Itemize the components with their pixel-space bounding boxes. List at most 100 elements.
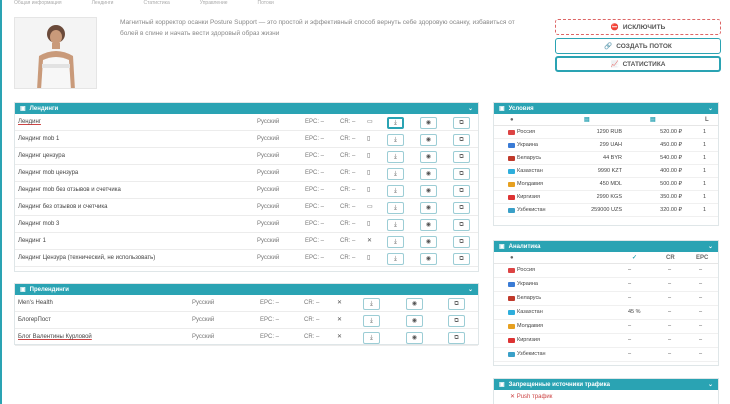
download-icon[interactable]: ⤓ [363,332,380,344]
download-icon[interactable]: ⤓ [387,253,404,265]
condition-payout: 350.00 ₽ [660,194,682,200]
landing-cr: CR: – [340,136,356,142]
landing-cr: CR: – [340,204,356,210]
analytics-epc: – [699,267,703,273]
download-icon[interactable]: ⤓ [363,298,380,310]
landing-name[interactable]: Лендинг 1 [18,233,46,250]
chart-icon: 📈 [610,61,619,68]
landing-name[interactable]: Лендинг mob 3 [18,216,59,233]
stats-label: СТАТИСТИКА [622,60,666,68]
download-icon[interactable]: ⤓ [387,134,404,146]
landing-name[interactable]: Лендинг без отзывов и счетчика [18,199,107,216]
copy-icon[interactable]: ⧉ [453,151,470,163]
condition-row: Россия 1290 RUB 520.00 ₽ 1 [494,126,718,139]
copy-icon[interactable]: ⧉ [453,117,470,129]
create-flow-label: СОЗДАТЬ ПОТОК [616,42,672,50]
condition-payout: 320.00 ₽ [660,207,682,213]
analytics-cr: – [668,309,672,315]
landing-name[interactable]: Лендинг mob цензура [18,165,78,182]
nav-item[interactable]: Управление [200,0,228,6]
nav-item[interactable]: Лендинги [92,0,114,6]
chevron-down-icon[interactable]: ⌄ [708,243,713,250]
chevron-down-icon[interactable]: ⌄ [708,381,713,388]
prelanding-name[interactable]: БлогерПост [18,312,51,329]
copy-icon[interactable]: ⧉ [453,236,470,248]
stats-button[interactable]: 📈 СТАТИСТИКА [555,56,721,72]
landing-name[interactable]: Лендинг Цензура (технический, не использ… [18,250,155,267]
copy-icon[interactable]: ⧉ [453,219,470,231]
banned-header[interactable]: ▣ Запрещенные источники трафика ⌄ [494,379,718,390]
analytics-header[interactable]: ▣ Аналитика ⌄ [494,241,718,252]
condition-country: Россия [517,129,536,135]
analytics-approve: – [628,295,632,301]
condition-row: Казахстан 9990 KZT 400.00 ₽ 1 [494,165,718,178]
landing-epc: EPC: – [305,136,325,142]
landing-cr: CR: – [340,119,356,125]
preview-icon[interactable]: ◉ [420,185,437,197]
landing-cr: CR: – [340,255,356,261]
preview-icon[interactable]: ◉ [420,117,437,129]
prelandings-title: Прелендинги [29,286,69,293]
condition-country: Молдавия [517,181,544,187]
exclude-button[interactable]: ⛔ ИСКЛЮЧИТЬ [555,19,721,35]
landing-lang: Русский [257,136,280,142]
product-image [14,17,97,89]
copy-icon[interactable]: ⧉ [448,315,465,327]
check-icon: ✓ [632,255,638,261]
download-icon[interactable]: ⤓ [387,202,404,214]
copy-icon[interactable]: ⧉ [453,185,470,197]
preview-icon[interactable]: ◉ [406,298,423,310]
banned-item: ✕ Push трафик [510,393,552,400]
landing-row: Лендинг 1 Русский EPC: – CR: – ✕ ⤓ ◉ ⧉ [15,233,478,250]
download-icon[interactable]: ⤓ [387,185,404,197]
download-icon[interactable]: ⤓ [387,219,404,231]
prelanding-row: Блог Валентины Курловой Русский EPC: – CR: … [15,329,478,346]
analytics-country: Беларусь [517,295,542,301]
landing-name[interactable]: Лендинг цензура [18,148,65,165]
device-all-icon: ✕ [337,334,343,340]
download-icon[interactable]: ⤓ [387,168,404,180]
conditions-header[interactable]: ▣ Условия ⌄ [494,103,718,114]
preview-icon[interactable]: ◉ [420,236,437,248]
landing-name[interactable]: Лендинг mob 1 [18,131,59,148]
preview-icon[interactable]: ◉ [420,202,437,214]
nav-item[interactable]: Потоки [258,0,274,6]
preview-icon[interactable]: ◉ [420,253,437,265]
chevron-down-icon[interactable]: ⌄ [468,286,473,293]
chevron-down-icon[interactable]: ⌄ [708,105,713,112]
copy-icon[interactable]: ⧉ [453,253,470,265]
device-mobile-icon: ▯ [367,136,371,142]
prelanding-name[interactable]: Блог Валентины Курловой [18,329,92,346]
landing-name[interactable]: Лендинг [18,114,41,131]
preview-icon[interactable]: ◉ [406,315,423,327]
preview-icon[interactable]: ◉ [420,134,437,146]
download-icon[interactable]: ⤓ [387,236,404,248]
chevron-down-icon[interactable]: ⌄ [468,105,473,112]
window-icon: ▣ [20,287,26,293]
landings-header[interactable]: ▣ Лендинги ⌄ [15,103,478,114]
download-icon[interactable]: ⤓ [363,315,380,327]
download-icon[interactable]: ⤓ [387,117,404,129]
copy-icon[interactable]: ⧉ [448,298,465,310]
copy-icon[interactable]: ⧉ [453,134,470,146]
copy-icon[interactable]: ⧉ [448,332,465,344]
preview-icon[interactable]: ◉ [406,332,423,344]
analytics-row: Украина – – – [494,278,718,292]
nav-item[interactable]: Статистика [143,0,169,6]
preview-icon[interactable]: ◉ [420,219,437,231]
analytics-row: Узбекистан – – – [494,348,718,362]
preview-icon[interactable]: ◉ [420,168,437,180]
banned-item-label: Push трафик [516,394,553,400]
landing-cr: CR: – [340,221,356,227]
nav-item[interactable]: Общая информация [14,0,62,6]
copy-icon[interactable]: ⧉ [453,168,470,180]
download-icon[interactable]: ⤓ [387,151,404,163]
device-mobile-icon: ▯ [367,170,371,176]
preview-icon[interactable]: ◉ [420,151,437,163]
prelandings-header[interactable]: ▣ Прелендинги ⌄ [15,284,478,295]
copy-icon[interactable]: ⧉ [453,202,470,214]
prelanding-name[interactable]: Men's Health [18,295,53,312]
create-flow-button[interactable]: 🔗 СОЗДАТЬ ПОТОК [555,38,721,54]
landing-name[interactable]: Лендинг mob без отзывов и счетчика [18,182,121,199]
window-icon: ▣ [499,382,505,388]
